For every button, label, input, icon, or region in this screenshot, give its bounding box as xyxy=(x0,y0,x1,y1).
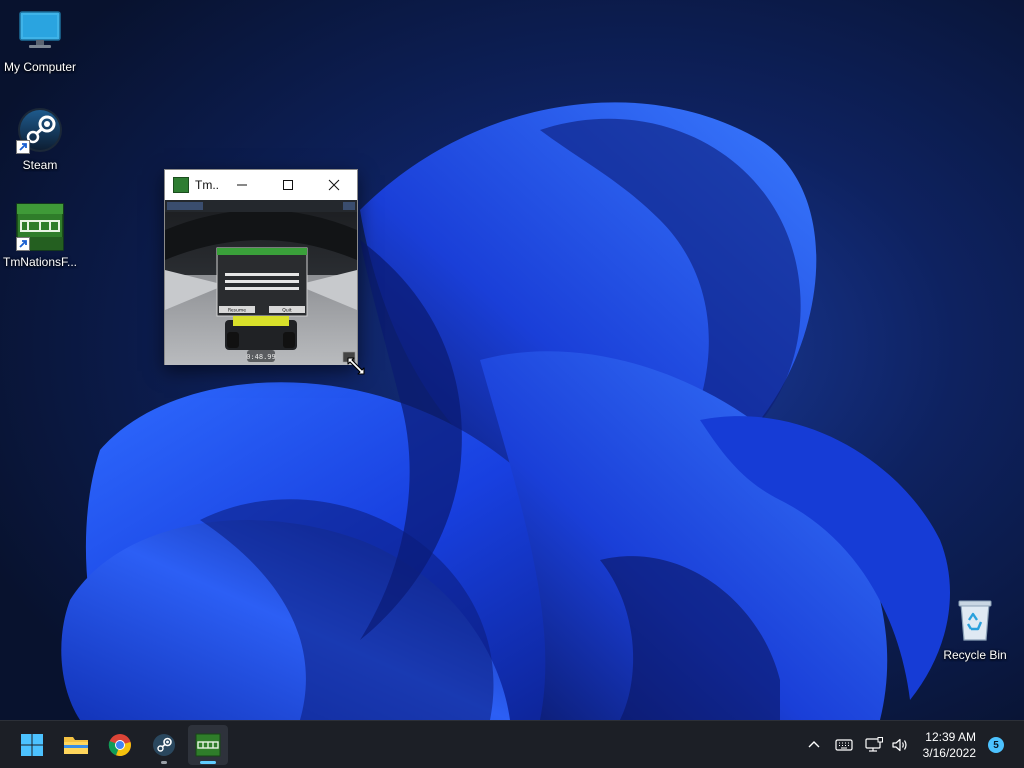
folder-icon xyxy=(64,736,88,754)
game-viewport[interactable]: Resume Quit 0:48.99 xyxy=(165,200,357,365)
desktop-icon-tmnations[interactable]: TmNationsF... xyxy=(0,203,80,269)
show-hidden-icons-button[interactable] xyxy=(801,732,827,758)
notification-badge[interactable]: 5 xyxy=(988,737,1004,753)
desktop-icon-steam[interactable]: Steam xyxy=(0,106,80,172)
game-quit-button[interactable]: Quit xyxy=(282,308,292,314)
recycle-bin-icon xyxy=(951,596,999,644)
network-button[interactable] xyxy=(861,732,887,758)
game-scene: Resume Quit 0:48.99 xyxy=(165,200,357,365)
game-resume-button[interactable]: Resume xyxy=(228,308,246,314)
taskbar-file-explorer[interactable] xyxy=(56,725,96,765)
tmnations-icon xyxy=(173,176,189,193)
system-tray: 12:39 AM 3/16/2022 5 xyxy=(801,721,1024,768)
race-timer: 0:48.99 xyxy=(246,353,276,361)
monitor-icon xyxy=(16,8,64,56)
steam-icon xyxy=(16,106,64,154)
minimize-button[interactable] xyxy=(219,170,265,199)
network-icon xyxy=(865,737,883,752)
game-window[interactable]: Tm... xyxy=(164,169,358,365)
taskbar: 12:39 AM 3/16/2022 5 xyxy=(0,720,1024,768)
tmnations-icon xyxy=(16,203,64,251)
maximize-icon xyxy=(283,179,293,190)
windows-start-icon xyxy=(21,733,43,756)
keyboard-button[interactable] xyxy=(831,732,857,758)
tmnations-icon xyxy=(195,733,221,756)
window-titlebar[interactable]: Tm... xyxy=(165,170,357,199)
desktop-icon-label: Recycle Bin xyxy=(943,648,1007,662)
keyboard-icon xyxy=(835,739,853,751)
desktop-icon-label: TmNationsF... xyxy=(2,255,77,269)
desktop-icon-label: My Computer xyxy=(3,60,77,74)
focused-indicator xyxy=(200,760,216,764)
taskbar-tmnations[interactable] xyxy=(188,724,228,765)
close-button[interactable] xyxy=(311,170,357,199)
maximize-button[interactable] xyxy=(265,170,311,199)
minimize-icon xyxy=(237,184,247,185)
start-button[interactable] xyxy=(12,725,52,765)
steam-icon xyxy=(153,733,175,756)
window-title: Tm... xyxy=(195,177,219,192)
shortcut-arrow-icon xyxy=(16,237,30,251)
running-indicator xyxy=(161,760,167,764)
resize-cursor-icon xyxy=(347,357,365,375)
volume-button[interactable] xyxy=(887,732,913,758)
chrome-icon xyxy=(108,733,131,756)
shortcut-arrow-icon xyxy=(16,140,30,154)
close-icon xyxy=(328,179,340,190)
volume-icon xyxy=(892,738,907,752)
desktop-icon-recycle-bin[interactable]: Recycle Bin xyxy=(935,596,1015,662)
desktop-icon-label: Steam xyxy=(22,158,58,172)
taskbar-steam[interactable] xyxy=(144,725,184,765)
desktop-icon-my-computer[interactable]: My Computer xyxy=(0,8,80,74)
wallpaper xyxy=(0,0,1024,720)
clock[interactable]: 12:39 AM 3/16/2022 xyxy=(923,729,976,761)
taskbar-chrome[interactable] xyxy=(100,725,140,765)
chevron-up-icon xyxy=(808,741,820,748)
clock-time: 12:39 AM xyxy=(925,730,976,744)
clock-date: 3/16/2022 xyxy=(922,746,976,760)
